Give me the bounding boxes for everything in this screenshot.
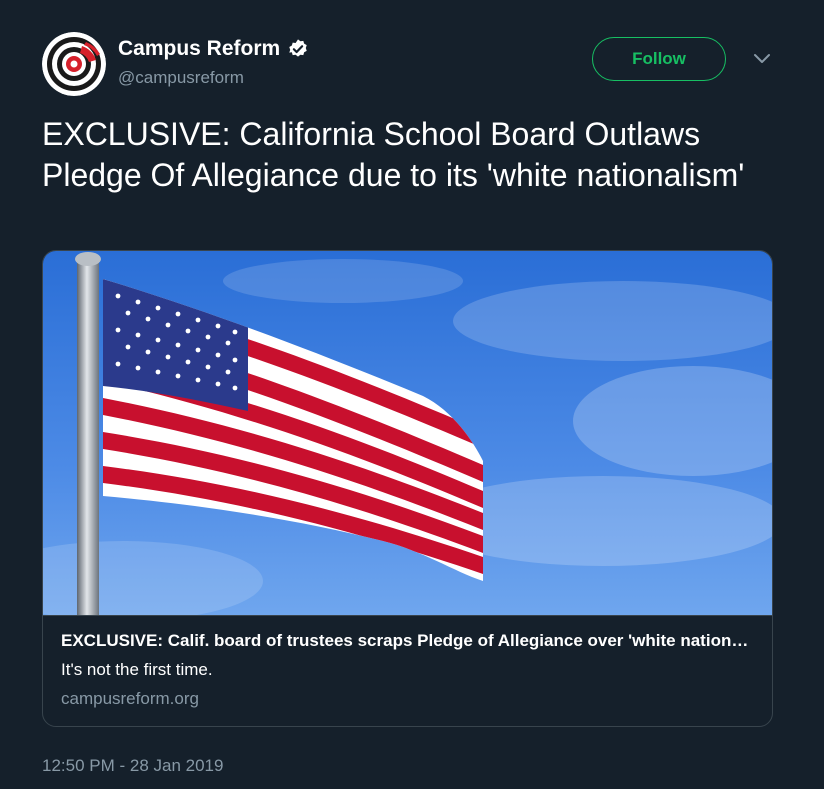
display-name[interactable]: Campus Reform — [118, 37, 280, 61]
card-domain: campusreform.org — [61, 689, 199, 708]
name-row: Campus Reform — [118, 37, 309, 61]
user-handle[interactable]: @campusreform — [118, 68, 244, 88]
american-flag-image — [43, 251, 772, 615]
card-body: EXCLUSIVE: Calif. board of trustees scra… — [43, 615, 772, 726]
tweet-timestamp[interactable]: 12:50 PM - 28 Jan 2019 — [42, 756, 223, 776]
link-card[interactable]: EXCLUSIVE: Calif. board of trustees scra… — [42, 250, 773, 727]
chevron-down-icon[interactable] — [752, 52, 772, 66]
campus-reform-logo-icon — [42, 32, 106, 96]
tweet-header: Campus Reform @campusreform Follow — [42, 30, 782, 96]
card-title[interactable]: EXCLUSIVE: Calif. board of trustees scra… — [61, 630, 751, 652]
avatar[interactable] — [42, 32, 106, 96]
verified-badge-icon — [287, 38, 309, 60]
tweet-text: EXCLUSIVE: California School Board Outla… — [42, 116, 745, 193]
card-description: It's not the first time. — [61, 660, 213, 679]
follow-button[interactable]: Follow — [592, 37, 726, 81]
